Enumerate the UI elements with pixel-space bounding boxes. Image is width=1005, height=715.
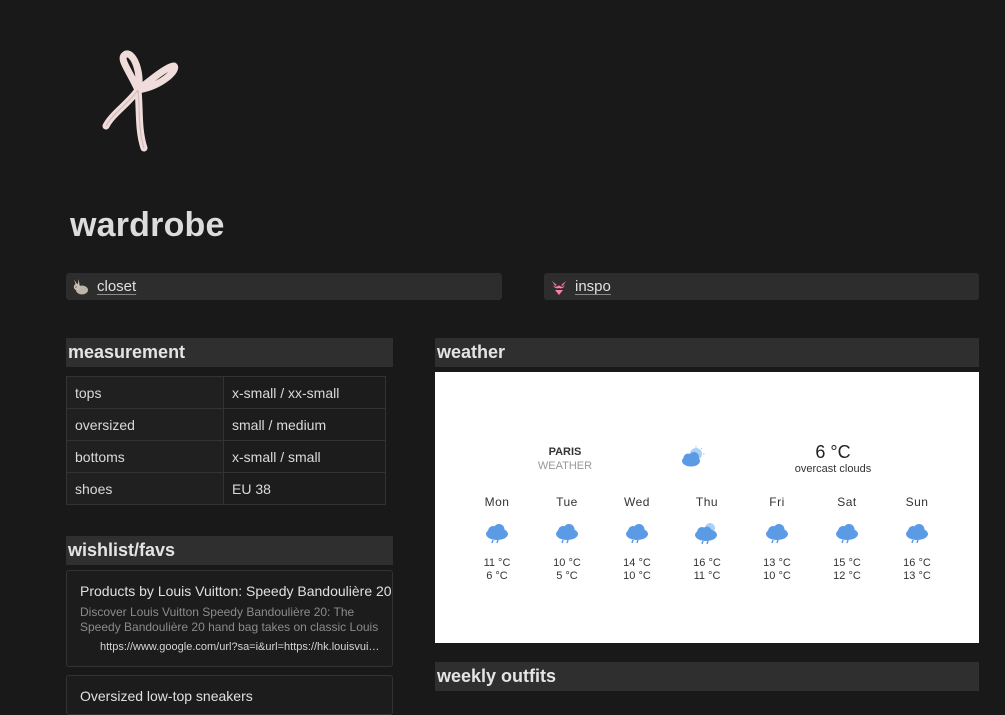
current-temperature: 6 °C <box>815 442 851 462</box>
closet-link-label: closet <box>97 278 137 295</box>
table-cell-value[interactable]: EU 38 <box>223 472 386 505</box>
forecast-day-name: Tue <box>556 495 578 509</box>
inspo-link[interactable]: inspo <box>544 273 979 300</box>
rain-cloud-icon <box>766 524 788 544</box>
measurement-heading: measurement <box>66 338 393 367</box>
forecast-day-name: Fri <box>769 495 785 509</box>
forecast-low: 10 °C <box>763 570 791 582</box>
forecast-day: Fri 13 °C 10 °C <box>752 495 802 583</box>
bookmark-card[interactable]: Oversized low-top sneakers <box>66 675 393 715</box>
forecast-high: 13 °C <box>763 557 791 569</box>
forecast-high: 11 °C <box>483 557 511 569</box>
forecast-high: 15 °C <box>833 557 861 569</box>
sun-rain-cloud-icon <box>695 523 717 545</box>
wishlist-heading: wishlist/favs <box>66 536 393 565</box>
measurement-table: tops x-small / xx-small oversized small … <box>66 376 386 505</box>
forecast-high: 16 °C <box>903 557 931 569</box>
table-row: tops x-small / xx-small <box>66 376 386 409</box>
weather-widget[interactable]: PARIS WEATHER 6 °C overcast clouds Mon 1… <box>435 372 979 643</box>
table-cell-key[interactable]: bottoms <box>66 440 224 473</box>
table-cell-value[interactable]: x-small / xx-small <box>223 376 386 409</box>
table-cell-value[interactable]: small / medium <box>223 408 386 441</box>
table-cell-value[interactable]: x-small / small <box>223 440 386 473</box>
bookmark-title: Oversized low-top sneakers <box>80 688 253 704</box>
forecast-low: 13 °C <box>903 570 931 582</box>
forecast-day: Sun 16 °C 13 °C <box>892 495 942 583</box>
forecast-day: Wed 14 °C 10 °C <box>612 495 662 583</box>
forecast-day-name: Sat <box>837 495 857 509</box>
weather-city: PARIS <box>548 446 582 458</box>
table-row: bottoms x-small / small <box>66 440 386 473</box>
forecast-low: 10 °C <box>623 570 651 582</box>
rain-cloud-icon <box>906 524 928 544</box>
forecast-high: 14 °C <box>623 557 651 569</box>
forecast-high: 16 °C <box>693 557 721 569</box>
partly-cloudy-icon <box>682 446 705 467</box>
forecast-day-name: Thu <box>695 495 719 509</box>
table-cell-key[interactable]: oversized <box>66 408 224 441</box>
rain-cloud-icon <box>556 524 578 544</box>
weather-label: WEATHER <box>537 460 593 472</box>
weekly-outfits-heading: weekly outfits <box>435 662 979 691</box>
bookmark-description: Discover Louis Vuitton Speedy Bandoulièr… <box>80 605 379 634</box>
forecast-low: 6 °C <box>486 570 508 582</box>
forecast-low: 12 °C <box>833 570 861 582</box>
inspo-link-label: inspo <box>575 278 611 295</box>
forecast-low: 11 °C <box>693 570 721 582</box>
table-row: oversized small / medium <box>66 408 386 441</box>
table-cell-key[interactable]: tops <box>66 376 224 409</box>
rain-cloud-icon <box>626 524 648 544</box>
table-row: shoes EU 38 <box>66 472 386 505</box>
forecast-day: Tue 10 °C 5 °C <box>542 495 592 583</box>
forecast-low: 5 °C <box>556 570 578 582</box>
forecast-high: 10 °C <box>553 557 581 569</box>
bookmark-card[interactable]: Products by Louis Vuitton: Speedy Bandou… <box>66 570 393 667</box>
bookmark-title: Products by Louis Vuitton: Speedy Bandou… <box>80 583 392 599</box>
bookmark-url: https://www.google.com/url?sa=i&url=http… <box>100 641 380 653</box>
rain-cloud-icon <box>836 524 858 544</box>
page-title: wardrobe <box>70 206 225 244</box>
forecast-day-name: Sun <box>905 495 929 509</box>
forecast-day: Thu 16 °C 11 °C <box>682 495 732 583</box>
forecast-day-name: Wed <box>624 495 650 509</box>
table-cell-key[interactable]: shoes <box>66 472 224 505</box>
rabbit-icon <box>72 278 90 296</box>
forecast-day: Sat 15 °C 12 °C <box>822 495 872 583</box>
ribbon-bow-icon <box>102 50 179 152</box>
current-conditions: overcast clouds <box>794 463 872 475</box>
weather-heading: weather <box>435 338 979 367</box>
bikini-icon <box>550 278 568 296</box>
rain-cloud-icon <box>486 524 508 544</box>
closet-link[interactable]: closet <box>66 273 502 300</box>
forecast-day-name: Mon <box>484 495 510 509</box>
forecast-day: Mon 11 °C 6 °C <box>472 495 522 583</box>
